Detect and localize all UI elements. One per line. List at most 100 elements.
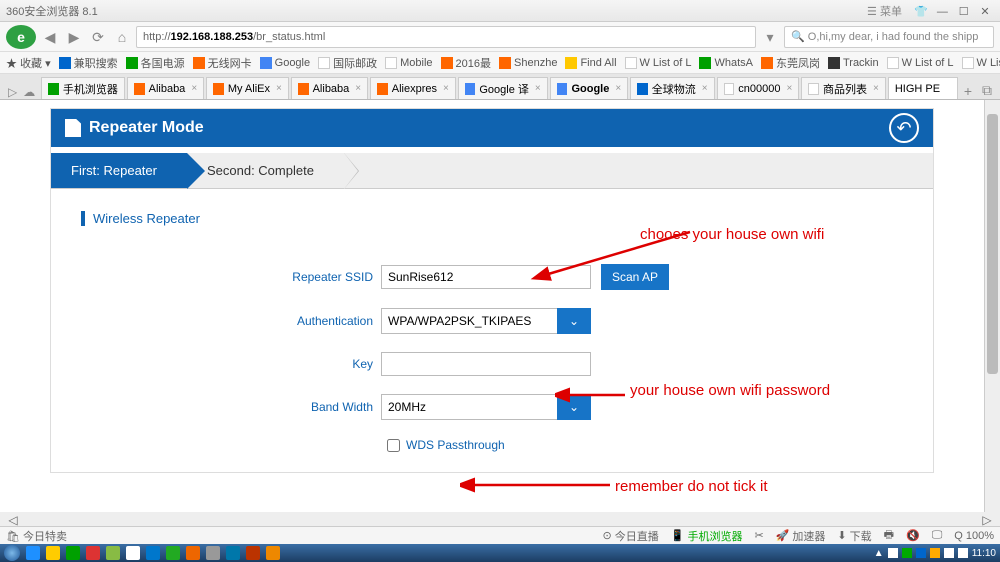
browser-menu[interactable]: ☰ 菜单 bbox=[867, 3, 902, 19]
home-button[interactable]: ⌂ bbox=[112, 27, 132, 47]
clock[interactable]: 11:10 bbox=[972, 548, 996, 559]
tray-sound-icon[interactable] bbox=[958, 548, 968, 558]
tray-network-icon[interactable] bbox=[944, 548, 954, 558]
taskbar-app-icon[interactable] bbox=[226, 546, 240, 560]
url-input[interactable]: http://192.168.188.253/br_status.html bbox=[136, 26, 756, 48]
tab[interactable]: Aliexpres× bbox=[370, 77, 456, 99]
taskbar-app-icon[interactable] bbox=[206, 546, 220, 560]
bookmark-item[interactable]: 2016最 bbox=[441, 55, 491, 71]
zoom-level[interactable]: Q 100% bbox=[954, 530, 994, 542]
live-button[interactable]: ⊙今日直播 bbox=[603, 528, 659, 544]
dropdown-icon[interactable]: ▾ bbox=[760, 27, 780, 47]
taskbar-chrome-icon[interactable] bbox=[126, 546, 140, 560]
browser-logo-icon[interactable]: e bbox=[6, 25, 36, 49]
taskbar-app-icon[interactable] bbox=[246, 546, 260, 560]
download-button[interactable]: ⬇下载 bbox=[837, 528, 871, 544]
bookmark-item[interactable]: Mobile bbox=[385, 57, 432, 69]
taskbar-app-icon[interactable] bbox=[186, 546, 200, 560]
cloud-icon[interactable]: ☁ bbox=[23, 85, 35, 99]
reload-button[interactable]: ⟳ bbox=[88, 27, 108, 47]
tab-back-icon[interactable]: ▷ bbox=[8, 85, 17, 99]
bookmark-item[interactable]: WhatsA bbox=[699, 57, 753, 69]
cut-icon[interactable]: ✂ bbox=[754, 529, 763, 542]
tab-close-icon[interactable]: × bbox=[615, 83, 621, 94]
chevron-down-icon[interactable]: ⌄ bbox=[557, 308, 591, 334]
tray-icon[interactable] bbox=[930, 548, 940, 558]
bookmark-item[interactable]: Find All bbox=[565, 57, 616, 69]
bookmark-item[interactable]: W List of L bbox=[625, 57, 692, 69]
sale-icon[interactable]: 🛍 今日特卖 bbox=[6, 528, 67, 544]
tab[interactable]: 手机浏览器 bbox=[41, 77, 125, 99]
tab-close-icon[interactable]: × bbox=[787, 83, 793, 94]
tab[interactable]: cn00000× bbox=[717, 77, 800, 99]
bookmark-item[interactable]: Google bbox=[260, 57, 310, 69]
tab[interactable]: 商品列表× bbox=[801, 77, 885, 99]
close-icon[interactable]: ✕ bbox=[976, 5, 994, 18]
scrollbar-thumb[interactable] bbox=[987, 114, 998, 374]
bookmark-item[interactable]: 国际邮政 bbox=[318, 55, 377, 71]
tab-close-icon[interactable]: × bbox=[276, 83, 282, 94]
bookmark-item[interactable]: 兼职搜索 bbox=[59, 55, 118, 71]
chevron-down-icon[interactable]: ⌄ bbox=[557, 394, 591, 420]
back-button[interactable]: ◀ bbox=[40, 27, 60, 47]
pin-icon[interactable]: 👕 bbox=[912, 5, 930, 18]
favorites-icon[interactable]: ★ 收藏 ▾ bbox=[6, 55, 51, 71]
print-icon[interactable]: 🖶 bbox=[884, 526, 894, 545]
ssid-input[interactable] bbox=[381, 265, 591, 289]
back-arrow-button[interactable]: ↶ bbox=[889, 113, 919, 143]
auth-select[interactable]: WPA/WPA2PSK_TKIPAES ⌄ bbox=[381, 308, 591, 334]
mobile-browser-button[interactable]: 📱手机浏览器 bbox=[671, 528, 743, 544]
bookmark-item[interactable]: 无线网卡 bbox=[193, 55, 252, 71]
vertical-scrollbar[interactable] bbox=[984, 100, 1000, 512]
bookmark-item[interactable]: W List of L bbox=[962, 57, 1000, 69]
tab[interactable]: Google 译× bbox=[458, 77, 548, 99]
search-input[interactable]: 🔍 O,hi,my dear, i had found the shipp bbox=[784, 26, 994, 48]
tab[interactable]: My AliEx× bbox=[206, 77, 289, 99]
step-second[interactable]: Second: Complete bbox=[187, 153, 344, 188]
tab-close-icon[interactable]: × bbox=[191, 83, 197, 94]
bookmark-item[interactable]: Shenzhe bbox=[499, 57, 557, 69]
taskbar-app-icon[interactable] bbox=[86, 546, 100, 560]
taskbar-app-icon[interactable] bbox=[266, 546, 280, 560]
tray-icon[interactable] bbox=[888, 548, 898, 558]
bookmark-item[interactable]: 各国电源 bbox=[126, 55, 185, 71]
tab-active[interactable]: HIGH PE bbox=[888, 77, 958, 99]
tab[interactable]: 全球物流× bbox=[630, 77, 714, 99]
bookmark-item[interactable]: 东莞凤岗 bbox=[761, 55, 820, 71]
new-tab-button[interactable]: + bbox=[960, 83, 976, 99]
tabs-overflow-icon[interactable]: ⧉ bbox=[978, 82, 996, 99]
taskbar-app-icon[interactable] bbox=[66, 546, 80, 560]
taskbar-excel-icon[interactable] bbox=[106, 546, 120, 560]
tab[interactable]: Google× bbox=[550, 77, 628, 99]
scroll-left-icon[interactable]: ◁ bbox=[6, 513, 20, 527]
taskbar-folder-icon[interactable] bbox=[46, 546, 60, 560]
tab[interactable]: Alibaba× bbox=[127, 77, 204, 99]
monitor-icon[interactable]: 🖵 bbox=[932, 529, 943, 542]
tab-close-icon[interactable]: × bbox=[355, 83, 361, 94]
wds-checkbox[interactable] bbox=[387, 439, 400, 452]
forward-button[interactable]: ▶ bbox=[64, 27, 84, 47]
tray-icon[interactable] bbox=[902, 548, 912, 558]
scroll-right-icon[interactable]: ▷ bbox=[980, 513, 994, 527]
bookmark-item[interactable]: W List of L bbox=[887, 57, 954, 69]
step-first[interactable]: First: Repeater bbox=[51, 153, 187, 188]
speed-button[interactable]: 🚀加速器 bbox=[776, 528, 826, 544]
tray-expand-icon[interactable]: ▲ bbox=[874, 548, 884, 559]
tray-icon[interactable] bbox=[916, 548, 926, 558]
bookmark-item[interactable]: Trackin bbox=[828, 57, 879, 69]
taskbar-ie-icon[interactable] bbox=[26, 546, 40, 560]
mute-icon[interactable]: 🔇 bbox=[906, 529, 920, 542]
start-button[interactable] bbox=[4, 545, 20, 561]
tab[interactable]: Alibaba× bbox=[291, 77, 368, 99]
tab-close-icon[interactable]: × bbox=[535, 83, 541, 94]
tab-close-icon[interactable]: × bbox=[702, 83, 708, 94]
tab-close-icon[interactable]: × bbox=[443, 83, 449, 94]
tab-close-icon[interactable]: × bbox=[873, 83, 879, 94]
taskbar-app-icon[interactable] bbox=[146, 546, 160, 560]
maximize-icon[interactable]: ☐ bbox=[955, 5, 973, 18]
minimize-icon[interactable]: — bbox=[933, 6, 951, 18]
scan-ap-button[interactable]: Scan AP bbox=[601, 264, 669, 290]
key-input[interactable] bbox=[381, 352, 591, 376]
taskbar-app-icon[interactable] bbox=[166, 546, 180, 560]
bandwidth-select[interactable]: 20MHz ⌄ bbox=[381, 394, 591, 420]
